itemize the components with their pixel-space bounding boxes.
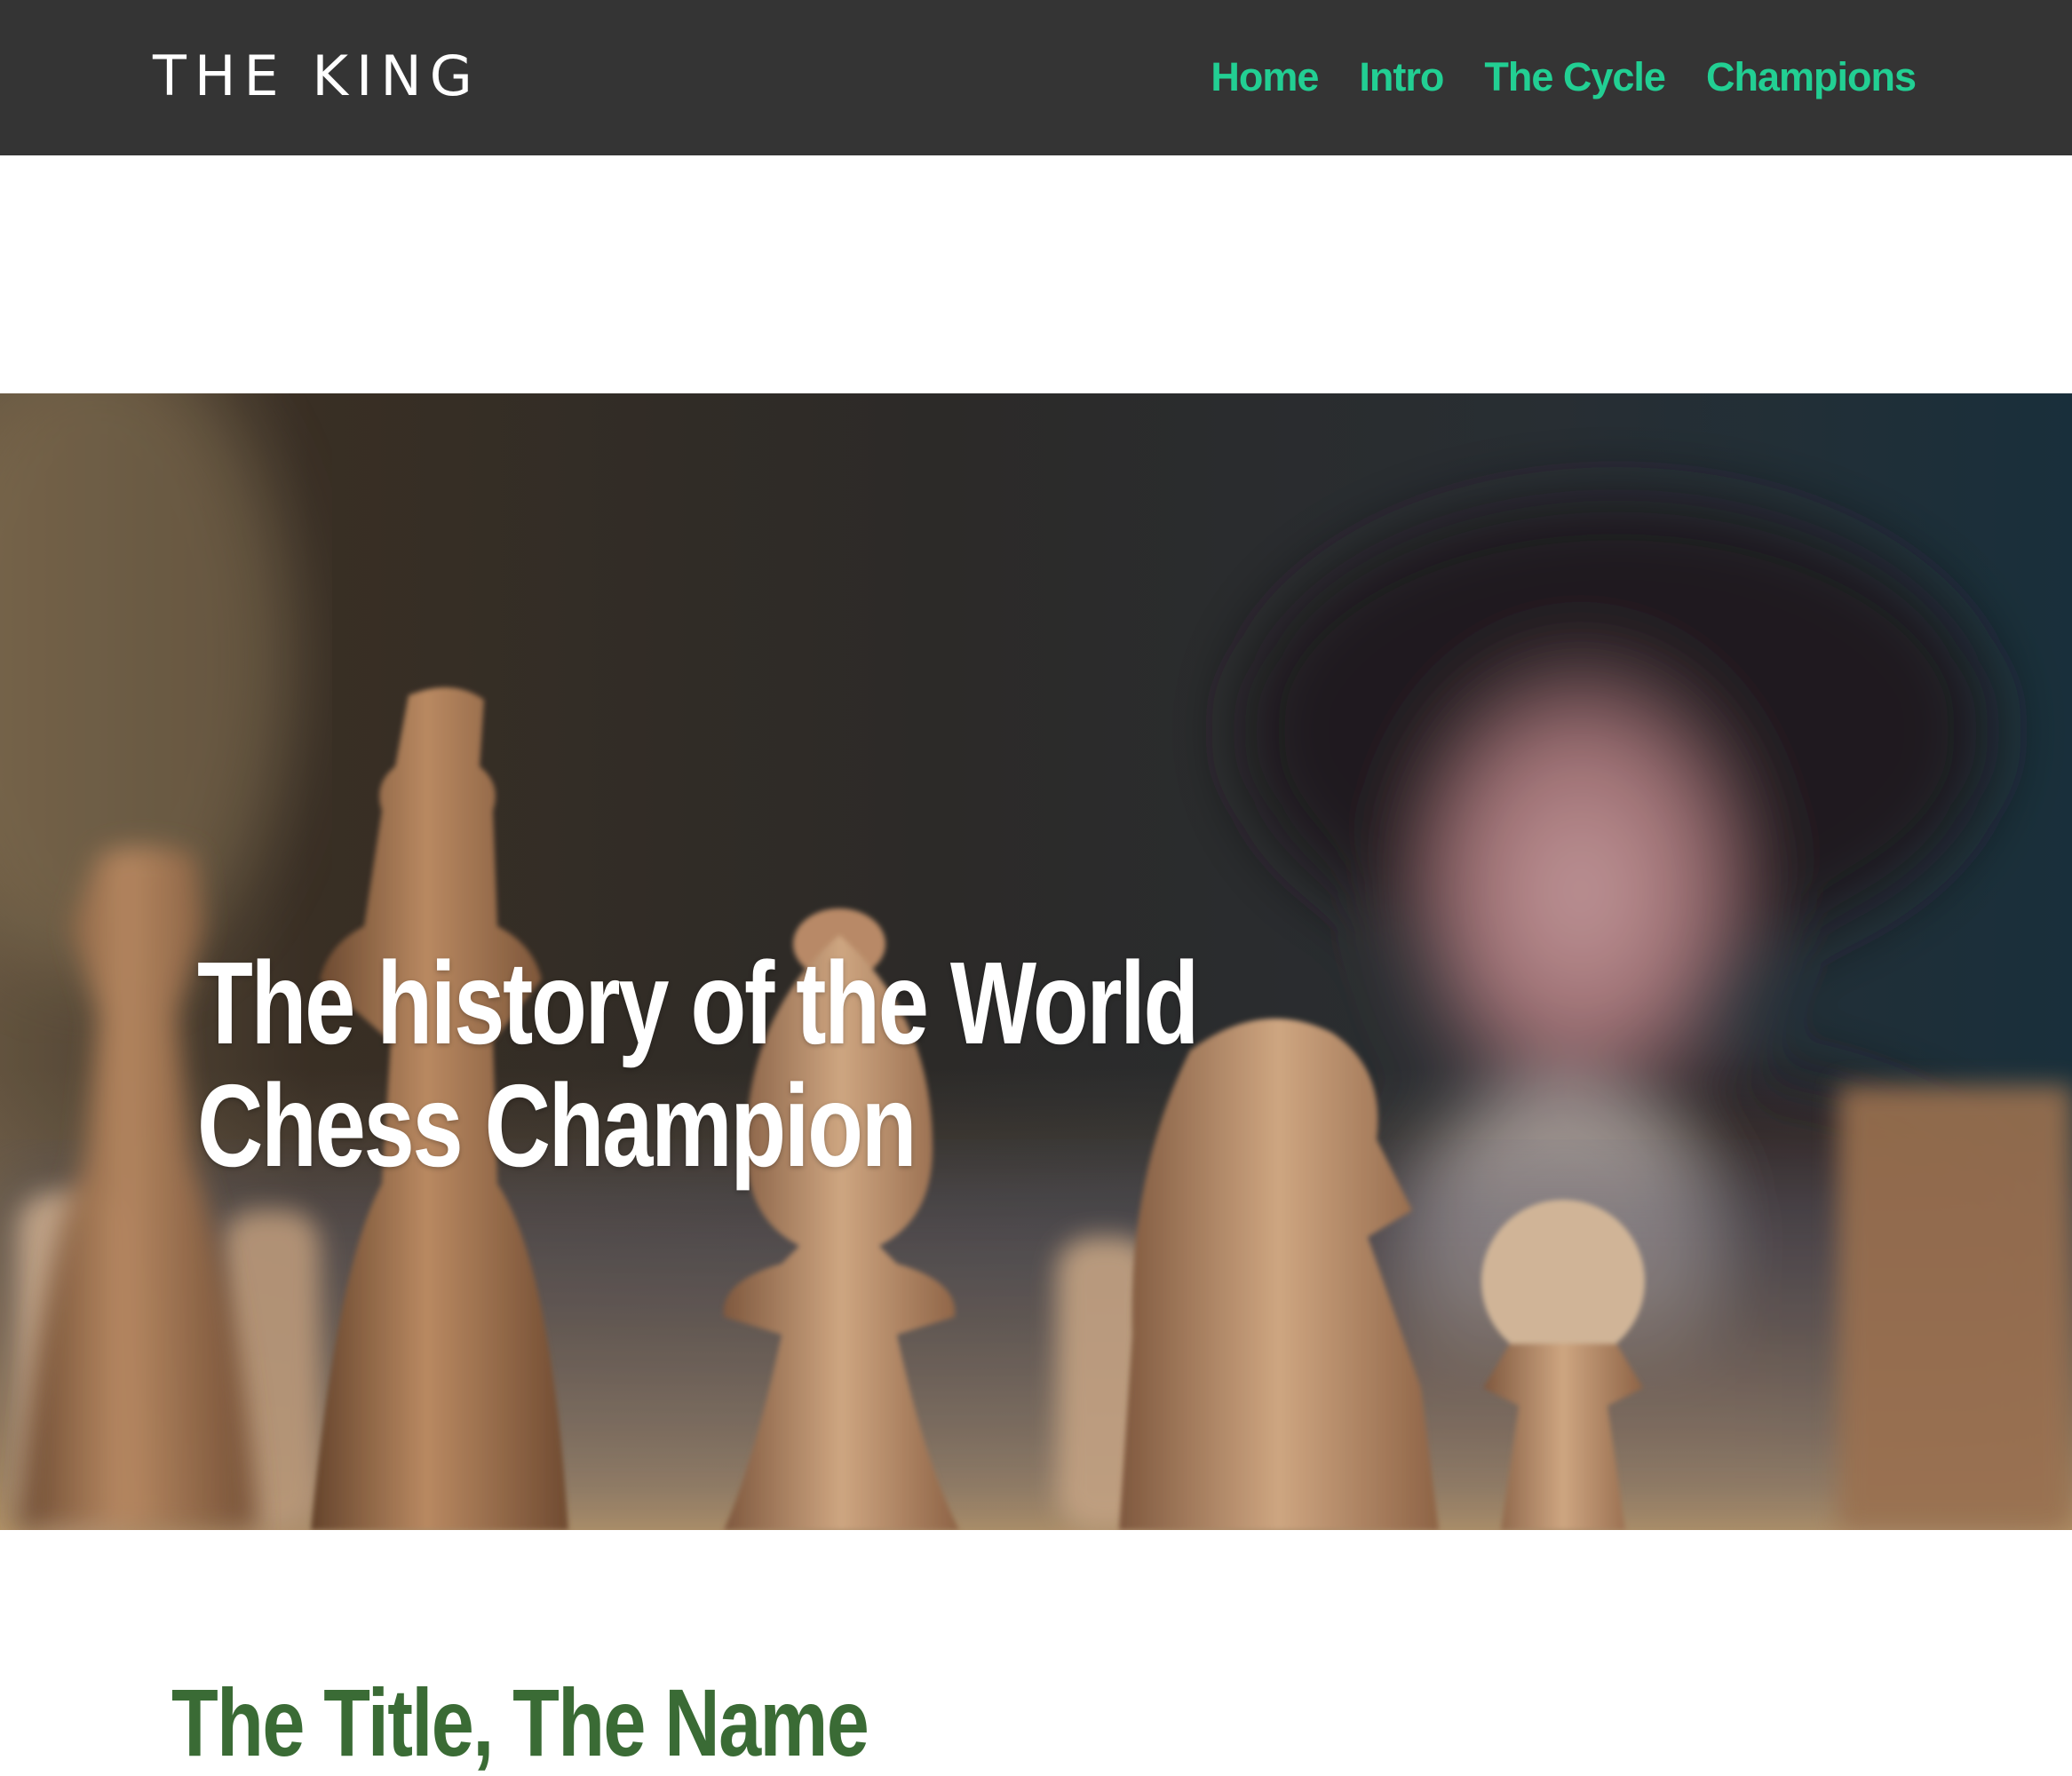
nav-link-the-cycle[interactable]: The Cycle bbox=[1484, 54, 1666, 100]
nav-link-home[interactable]: Home bbox=[1211, 54, 1319, 100]
hero-title: The history of the World Chess Champion bbox=[197, 938, 1199, 1191]
section-heading: The Title, The Name bbox=[171, 1669, 869, 1776]
nav-link-intro[interactable]: Intro bbox=[1359, 54, 1444, 100]
brand-logo[interactable]: THE KING bbox=[153, 44, 480, 108]
navbar: THE KING Home Intro The Cycle Champions bbox=[0, 0, 2072, 155]
main-nav: Home Intro The Cycle Champions bbox=[1211, 46, 1917, 108]
nav-link-champions[interactable]: Champions bbox=[1706, 54, 1917, 100]
hero-banner: The history of the World Chess Champion bbox=[0, 393, 2072, 1530]
